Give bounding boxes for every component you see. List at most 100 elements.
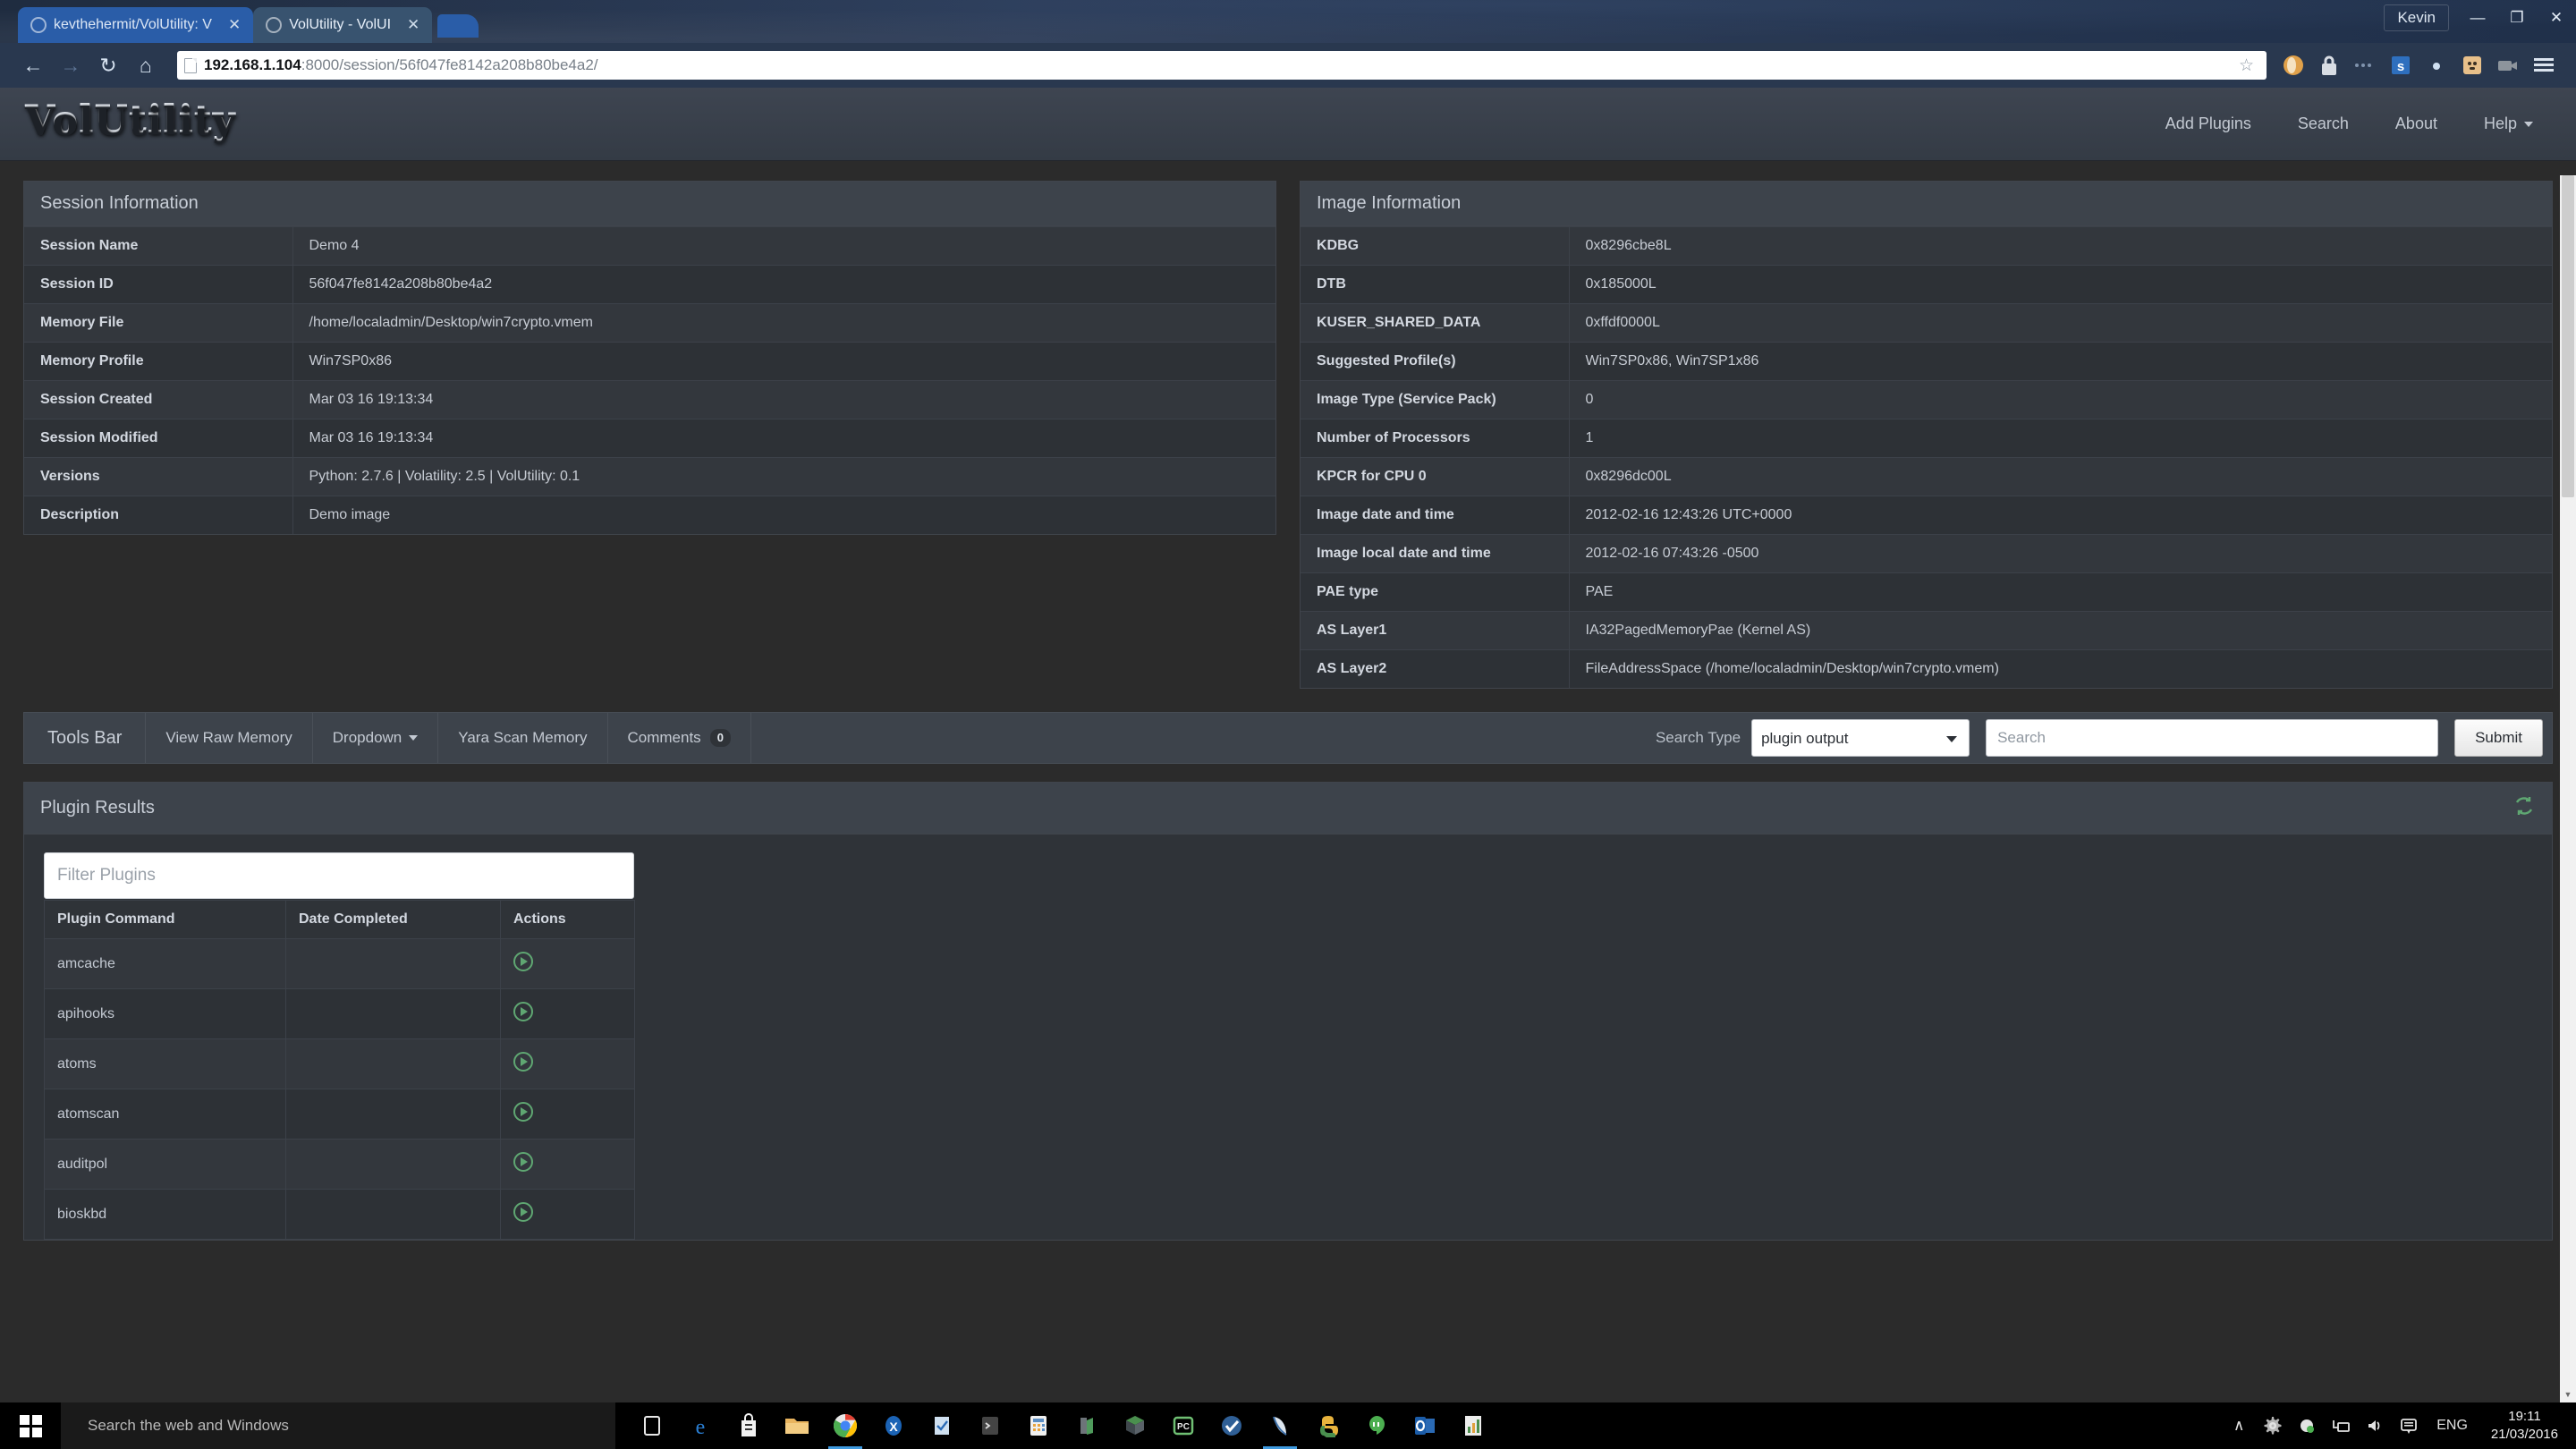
taskbar-search-box[interactable]: Search the web and Windows bbox=[61, 1402, 615, 1449]
system-tray: ∧ ENG 19:11 21/03/2016 bbox=[2224, 1402, 2576, 1449]
run-plugin-icon[interactable] bbox=[513, 952, 533, 971]
extension-dot-icon[interactable] bbox=[2419, 47, 2454, 83]
filter-plugins-input[interactable] bbox=[44, 852, 634, 899]
notes-checkmark-icon[interactable] bbox=[918, 1402, 966, 1449]
page-scrollbar[interactable]: ▼ bbox=[2560, 175, 2576, 1402]
search-input[interactable] bbox=[1986, 719, 2439, 757]
table-row: atomscan bbox=[44, 1089, 635, 1140]
vmware-icon[interactable] bbox=[1063, 1402, 1111, 1449]
run-plugin-icon[interactable] bbox=[513, 1002, 533, 1021]
extension-dots-icon[interactable] bbox=[2347, 47, 2383, 83]
scrollbar-thumb[interactable] bbox=[2562, 175, 2574, 497]
python-icon[interactable] bbox=[1304, 1402, 1352, 1449]
nav-link-about[interactable]: About bbox=[2372, 88, 2461, 161]
row-key: Session Modified bbox=[24, 419, 293, 458]
tray-time: 19:11 bbox=[2508, 1408, 2541, 1424]
tray-network-icon[interactable] bbox=[2326, 1402, 2356, 1449]
maximize-button[interactable]: ❐ bbox=[2497, 3, 2537, 33]
minimize-button[interactable]: — bbox=[2458, 3, 2497, 33]
hangouts-icon[interactable] bbox=[1352, 1402, 1401, 1449]
calculator-icon[interactable] bbox=[1014, 1402, 1063, 1449]
pc-security-icon[interactable]: PC bbox=[1159, 1402, 1208, 1449]
task-view-icon[interactable] bbox=[628, 1402, 676, 1449]
nav-link-help[interactable]: Help bbox=[2461, 88, 2556, 161]
address-bar[interactable]: 192.168.1.104:8000/session/56f047fe8142a… bbox=[177, 51, 2267, 80]
virtualbox-cube-icon[interactable] bbox=[1111, 1402, 1159, 1449]
chrome-icon[interactable] bbox=[821, 1402, 869, 1449]
close-window-button[interactable]: ✕ bbox=[2537, 3, 2576, 33]
table-row: Image Type (Service Pack) 0 bbox=[1301, 380, 2552, 419]
scroll-down-arrow-icon[interactable]: ▼ bbox=[2560, 1386, 2576, 1402]
file-explorer-icon[interactable] bbox=[773, 1402, 821, 1449]
plugins-table: Plugin Command Date Completed Actions am… bbox=[44, 900, 635, 1240]
edge-browser-icon[interactable]: e bbox=[676, 1402, 724, 1449]
extension-orange-icon[interactable] bbox=[2275, 47, 2311, 83]
yara-scan-memory-button[interactable]: Yara Scan Memory bbox=[438, 713, 608, 763]
new-tab-button[interactable] bbox=[437, 14, 479, 38]
table-row: AS Layer2 FileAddressSpace (/home/localad… bbox=[1301, 649, 2552, 688]
tray-language-indicator[interactable]: ENG bbox=[2428, 1418, 2477, 1434]
outlook-icon[interactable] bbox=[1401, 1402, 1449, 1449]
antivirus-check-icon[interactable] bbox=[1208, 1402, 1256, 1449]
terminal-icon[interactable] bbox=[966, 1402, 1014, 1449]
home-icon[interactable]: ⌂ bbox=[127, 47, 165, 84]
extension-camera-icon[interactable] bbox=[2490, 47, 2526, 83]
row-value: /home/localadmin/Desktop/win7crypto.vmem bbox=[292, 303, 1275, 343]
dropdown-button[interactable]: Dropdown bbox=[313, 713, 439, 763]
tray-volume-icon[interactable] bbox=[2360, 1402, 2390, 1449]
row-value: Python: 2.7.6 | Volatility: 2.5 | VolUti… bbox=[292, 457, 1275, 496]
windows-logo-icon bbox=[19, 1414, 42, 1437]
nav-link-label: Help bbox=[2483, 114, 2517, 132]
nav-link-add-plugins[interactable]: Add Plugins bbox=[2142, 88, 2275, 161]
run-plugin-icon[interactable] bbox=[513, 1152, 533, 1172]
image-info-column: Image Information KDBG 0x8296cbe8L DTB 0x18… bbox=[1300, 181, 2553, 689]
extension-s-icon[interactable]: s bbox=[2383, 47, 2419, 83]
excel-blue-x-icon[interactable]: X bbox=[869, 1402, 918, 1449]
svg-text:e: e bbox=[696, 1416, 706, 1438]
reload-icon[interactable]: ↻ bbox=[89, 47, 127, 84]
row-key: Versions bbox=[24, 457, 293, 496]
start-button[interactable] bbox=[0, 1402, 61, 1449]
row-value: Demo 4 bbox=[292, 226, 1275, 266]
store-icon[interactable] bbox=[724, 1402, 773, 1449]
chrome-profile-button[interactable]: Kevin bbox=[2384, 4, 2449, 31]
nav-link-label: Search bbox=[2297, 114, 2349, 132]
row-value: 1 bbox=[1569, 419, 2552, 458]
tray-antivirus-icon[interactable] bbox=[2292, 1402, 2322, 1449]
lastpass-lock-icon[interactable] bbox=[2311, 47, 2347, 83]
tools-bar: Tools Bar View Raw Memory Dropdown Yara … bbox=[23, 712, 2553, 764]
comments-button[interactable]: Comments 0 bbox=[608, 713, 751, 763]
run-plugin-icon[interactable] bbox=[513, 1202, 533, 1222]
submit-button[interactable]: Submit bbox=[2454, 719, 2543, 757]
tools-bar-left: Tools Bar View Raw Memory Dropdown Yara … bbox=[24, 713, 751, 763]
chevron-down-icon bbox=[2524, 121, 2533, 127]
run-plugin-icon[interactable] bbox=[513, 1052, 533, 1072]
page-info-icon[interactable] bbox=[184, 57, 197, 73]
extension-socket-icon[interactable] bbox=[2454, 47, 2490, 83]
bookmark-star-icon[interactable]: ☆ bbox=[2233, 55, 2259, 76]
site-logo[interactable]: VolUtility bbox=[25, 102, 236, 146]
tab-close-icon[interactable]: ✕ bbox=[398, 16, 419, 34]
forward-icon[interactable]: → bbox=[52, 47, 89, 84]
browser-tab-2[interactable]: VolUtility - VolUI ✕ bbox=[253, 7, 433, 43]
tray-settings-gear-icon[interactable] bbox=[2258, 1402, 2288, 1449]
row-value: 2012-02-16 12:43:26 UTC+0000 bbox=[1569, 496, 2552, 535]
tab-close-icon[interactable]: ✕ bbox=[219, 16, 241, 34]
actions-cell bbox=[500, 1038, 635, 1089]
back-icon[interactable]: ← bbox=[14, 47, 52, 84]
nav-link-search[interactable]: Search bbox=[2275, 88, 2372, 161]
run-plugin-icon[interactable] bbox=[513, 1102, 533, 1122]
tray-clock[interactable]: 19:11 21/03/2016 bbox=[2480, 1408, 2569, 1445]
tray-action-center-icon[interactable] bbox=[2394, 1402, 2424, 1449]
tools-bar-search: Search Type plugin output Submit bbox=[1656, 713, 2552, 763]
show-hidden-icons-chevron-icon[interactable]: ∧ bbox=[2224, 1402, 2254, 1449]
wireshark-icon[interactable] bbox=[1256, 1402, 1304, 1449]
browser-tab-1[interactable]: kevthehermit/VolUtility: V ✕ bbox=[18, 7, 254, 43]
date-completed-cell bbox=[285, 938, 501, 989]
chart-app-icon[interactable] bbox=[1449, 1402, 1497, 1449]
refresh-icon[interactable] bbox=[2512, 794, 2536, 822]
image-information-table: KDBG 0x8296cbe8L DTB 0x185000L KUSER_SHARED_… bbox=[1301, 226, 2552, 688]
search-type-select[interactable]: plugin output bbox=[1751, 719, 1970, 757]
view-raw-memory-button[interactable]: View Raw Memory bbox=[146, 713, 313, 763]
chrome-menu-icon[interactable] bbox=[2526, 47, 2562, 83]
